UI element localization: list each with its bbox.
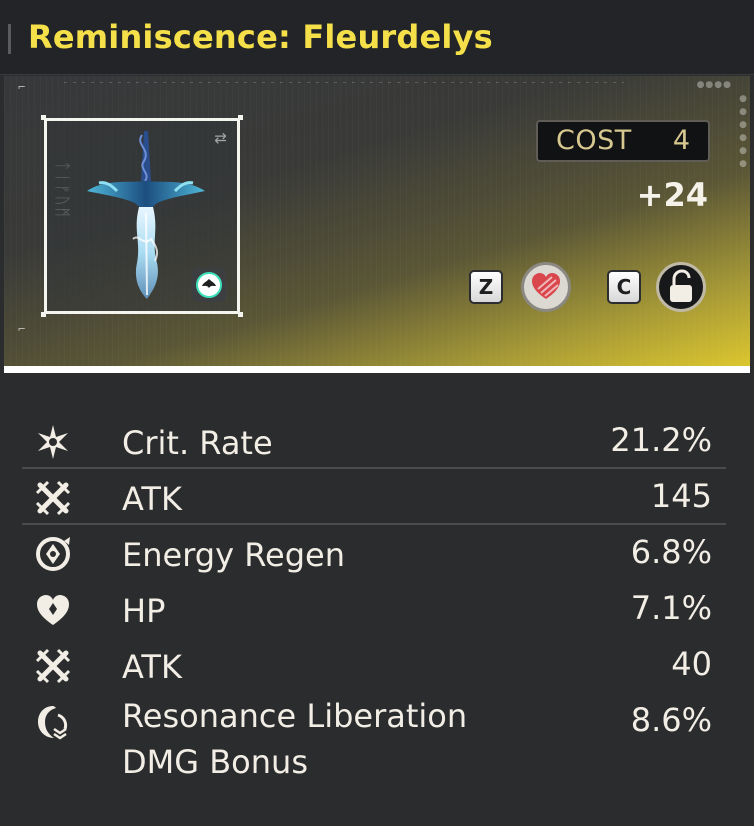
stat-row: Energy Regen 6.8% (22, 525, 726, 581)
item-image-frame[interactable]: ᛏᛁᚠᚢᛗ ⇄ (41, 115, 243, 317)
cost-label: COST (556, 125, 632, 156)
atk-icon (35, 648, 71, 684)
hero-dashed-line (64, 82, 624, 83)
echo-detail-panel: Reminiscence: Fleurdelys ⌐ ⌐ ●●●● ●●●●●●… (0, 0, 754, 826)
header-accent-bar (8, 24, 11, 54)
stat-value: 6.8% (630, 533, 712, 571)
corner-mark-bottom-left: ⌐ (18, 322, 26, 336)
item-title: Reminiscence: Fleurdelys (28, 18, 493, 56)
stat-row: Resonance Liberation DMG Bonus 8.6% (22, 693, 726, 793)
stat-name: Crit. Rate (122, 424, 273, 462)
cost-box: COST 4 (536, 120, 710, 162)
stat-value: 21.2% (610, 421, 712, 459)
wings-icon (196, 272, 222, 298)
frame-corner (41, 312, 46, 317)
stats-list: Crit. Rate 21.2% ATK 145 Energy Regen 6.… (0, 373, 754, 826)
frame-corner (41, 115, 46, 120)
stat-name: Resonance Liberation DMG Bonus (122, 697, 468, 781)
cost-value: 4 (672, 125, 690, 156)
lock-key-hint: C (607, 270, 641, 304)
hp-icon (37, 595, 69, 625)
compare-key-hint: Z (469, 270, 503, 304)
item-level: +24 (636, 176, 708, 214)
frame-corner (238, 312, 243, 317)
energy-regen-icon (36, 537, 70, 571)
hero-dots-right: ●●●●●● (738, 94, 748, 172)
stat-name: Energy Regen (122, 536, 345, 574)
favorite-button[interactable] (521, 262, 571, 312)
header: Reminiscence: Fleurdelys (0, 0, 754, 75)
element-badge (192, 268, 226, 302)
stat-value: 40 (671, 645, 712, 683)
stat-name: ATK (122, 648, 182, 686)
stat-row: ATK 40 (22, 637, 726, 693)
stat-row: HP 7.1% (22, 581, 726, 637)
hero-bottom-strip (4, 366, 750, 373)
crit-rate-icon (38, 425, 68, 459)
stat-row: Crit. Rate 21.2% (22, 413, 726, 469)
stat-value: 145 (650, 477, 712, 515)
stat-row: ATK 145 (22, 469, 726, 525)
stat-value: 7.1% (630, 589, 712, 627)
stat-name: HP (122, 592, 166, 630)
lock-button[interactable] (656, 262, 706, 312)
stat-value: 8.6% (630, 701, 712, 739)
item-hero-area: ⌐ ⌐ ●●●● ●●●●●● ᛏᛁᚠᚢᛗ ⇄ COST 4 +24 Z C (4, 76, 750, 366)
heart-icon (532, 273, 560, 299)
frame-corner (238, 115, 243, 120)
hero-dots-top-right: ●●●● (696, 80, 732, 90)
stat-name: ATK (122, 480, 182, 518)
atk-icon (35, 480, 71, 516)
unlock-icon (670, 269, 692, 302)
corner-mark-top-left: ⌐ (18, 80, 26, 94)
resonance-liberation-icon (38, 706, 68, 740)
